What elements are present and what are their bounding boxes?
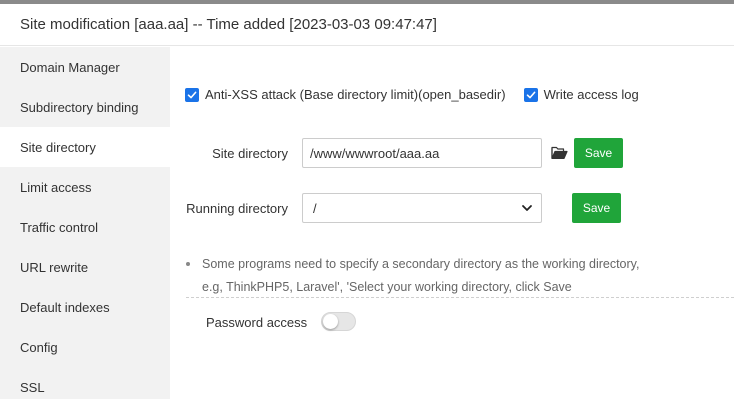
- save-site-directory-button[interactable]: Save: [574, 138, 623, 168]
- anti-xss-label[interactable]: Anti-XSS attack (Base directory limit)(o…: [205, 87, 506, 102]
- sidebar-item-label: URL rewrite: [20, 259, 89, 275]
- chevron-down-icon: [522, 205, 532, 211]
- site-directory-label: Site directory: [212, 146, 288, 161]
- sidebar-item-label: Config: [20, 339, 58, 355]
- access-log-checkbox[interactable]: [523, 87, 538, 102]
- sidebar-item-label: Domain Manager: [20, 59, 120, 75]
- dialog-title: Site modification [aaa.aa] -- Time added…: [20, 16, 437, 33]
- sidebar-item-label: SSL: [20, 379, 45, 395]
- settings-sidebar: Domain Manager Subdirectory binding Site…: [0, 47, 170, 399]
- save-running-directory-button[interactable]: Save: [572, 193, 621, 223]
- sidebar-item-subdirectory-binding[interactable]: Subdirectory binding: [0, 87, 170, 127]
- folder-open-icon[interactable]: [551, 146, 568, 160]
- site-directory-panel: Anti-XSS attack (Base directory limit)(o…: [170, 47, 734, 399]
- access-log-label[interactable]: Write access log: [544, 87, 639, 102]
- password-access-label: Password access: [206, 315, 308, 330]
- sidebar-item-label: Limit access: [20, 179, 92, 195]
- password-access-toggle[interactable]: [321, 312, 356, 331]
- sidebar-item-domain-manager[interactable]: Domain Manager: [0, 47, 170, 87]
- section-divider: [186, 297, 734, 298]
- tip-line-1: Some programs need to specify a secondar…: [202, 257, 640, 271]
- sidebar-item-label: Site directory: [20, 139, 96, 155]
- running-directory-label: Running directory: [186, 201, 288, 216]
- sidebar-item-default-indexes[interactable]: Default indexes: [0, 287, 170, 327]
- dialog-header: Site modification [aaa.aa] -- Time added…: [0, 4, 734, 46]
- sidebar-item-limit-access[interactable]: Limit access: [0, 167, 170, 207]
- running-directory-select[interactable]: /: [302, 193, 542, 223]
- running-directory-tip: Some programs need to specify a secondar…: [186, 253, 656, 299]
- checkmark-icon: [187, 91, 197, 98]
- anti-xss-checkbox[interactable]: [185, 87, 199, 102]
- checkmark-icon: [526, 91, 535, 98]
- sidebar-item-site-directory[interactable]: Site directory: [0, 127, 170, 167]
- tip-line-2: e.g, ThinkPHP5, Laravel', 'Select your w…: [202, 280, 572, 294]
- sidebar-item-label: Traffic control: [20, 219, 99, 235]
- site-directory-value: /www/wwwroot/aaa.aa: [310, 145, 440, 161]
- running-directory-value: /: [313, 200, 317, 216]
- toggle-knob: [323, 314, 338, 329]
- sidebar-item-traffic-control[interactable]: Traffic control: [0, 207, 170, 247]
- bullet-icon: [186, 262, 190, 266]
- sidebar-item-label: Subdirectory binding: [20, 99, 139, 115]
- sidebar-item-config[interactable]: Config: [0, 327, 170, 367]
- sidebar-item-ssl[interactable]: SSL: [0, 367, 170, 399]
- sidebar-item-label: Default indexes: [20, 299, 110, 315]
- site-directory-input[interactable]: /www/wwwroot/aaa.aa: [302, 138, 542, 168]
- sidebar-item-url-rewrite[interactable]: URL rewrite: [0, 247, 170, 287]
- directory-options-row: Anti-XSS attack (Base directory limit)(o…: [185, 87, 657, 102]
